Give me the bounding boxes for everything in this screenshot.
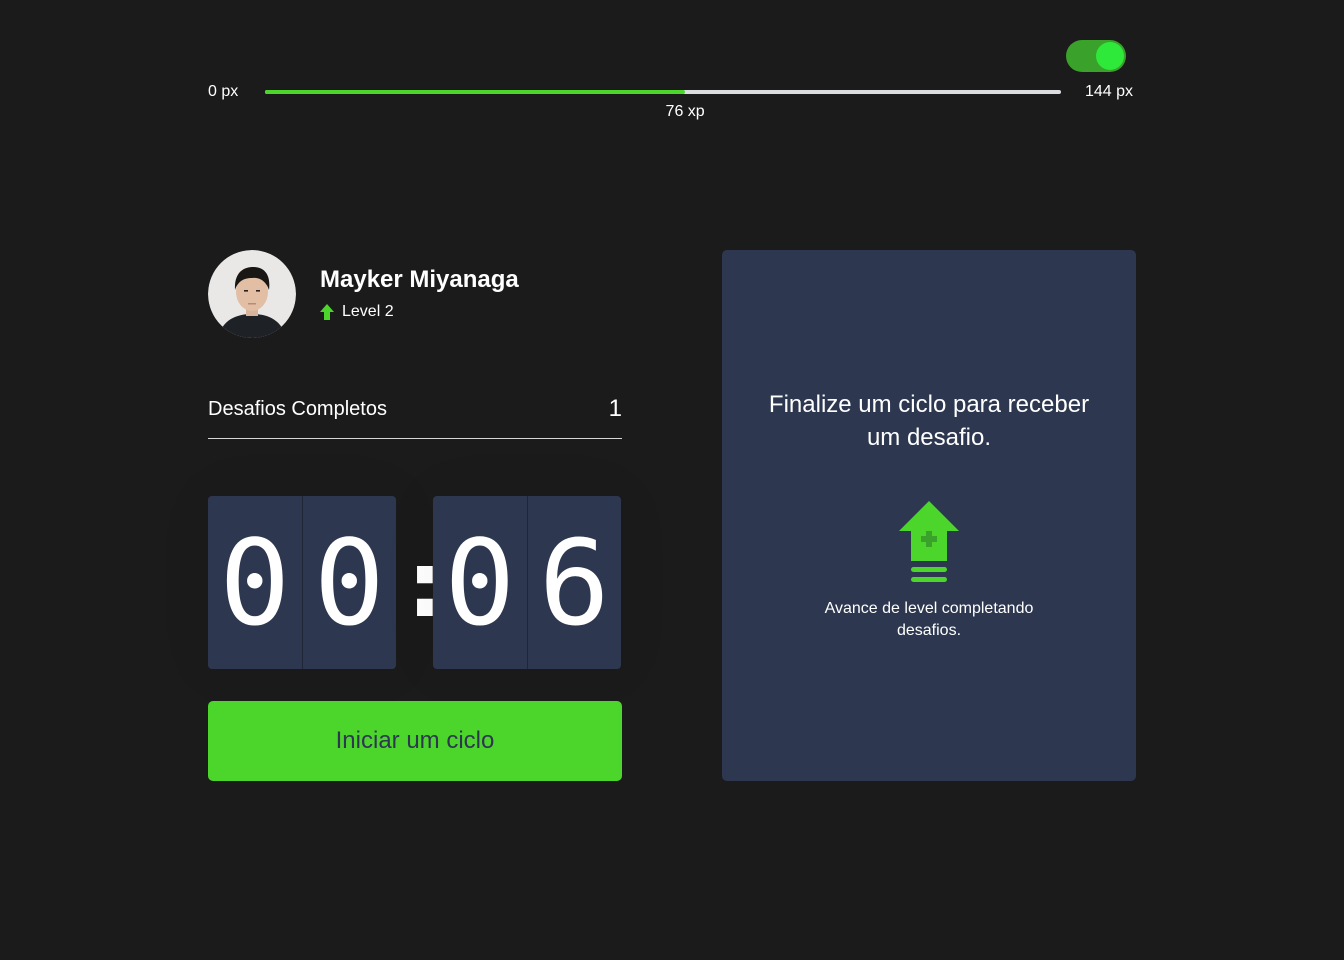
theme-toggle[interactable]	[1066, 40, 1126, 72]
xp-min-label: 0 px	[208, 83, 239, 100]
completed-challenges-label: Desafios Completos	[208, 398, 387, 420]
challenge-box-description: Avance de level completando desafios.	[824, 600, 1034, 639]
level-label: Level 2	[342, 303, 394, 320]
level-up-arrow-icon	[320, 304, 334, 320]
level-up-icon	[899, 501, 959, 582]
profile-level: Level 2	[320, 303, 394, 321]
minutes-display: 0 0	[208, 496, 396, 669]
second-tens-digit: 0	[444, 513, 516, 652]
challenge-box-title: Finalize um ciclo para receber um desafi…	[768, 391, 1090, 451]
time-separator: :	[396, 526, 454, 639]
xp-max-label: 144 px	[1085, 83, 1134, 100]
countdown-timer: 0 0 : 0 6	[208, 496, 622, 669]
profile-name: Mayker Miyanaga	[320, 266, 519, 293]
avatar	[208, 250, 296, 338]
second-ones-digit: 6	[526, 496, 622, 669]
avatar-photo	[208, 250, 296, 338]
current-xp-label: 76 xp	[665, 103, 705, 120]
completed-challenges: Desafios Completos 1	[208, 392, 622, 439]
minute-ones-digit: 0	[301, 496, 397, 669]
completed-challenges-count: 1	[608, 395, 622, 422]
seconds-display: 0 6	[433, 496, 621, 669]
toggle-knob	[1096, 42, 1124, 70]
experience-bar	[265, 90, 1061, 94]
challenge-box: Finalize um ciclo para receber um desafi…	[722, 250, 1136, 781]
minute-tens-digit: 0	[219, 513, 291, 652]
experience-bar-fill	[265, 90, 686, 94]
start-cycle-button[interactable]: Iniciar um ciclo	[208, 701, 622, 781]
